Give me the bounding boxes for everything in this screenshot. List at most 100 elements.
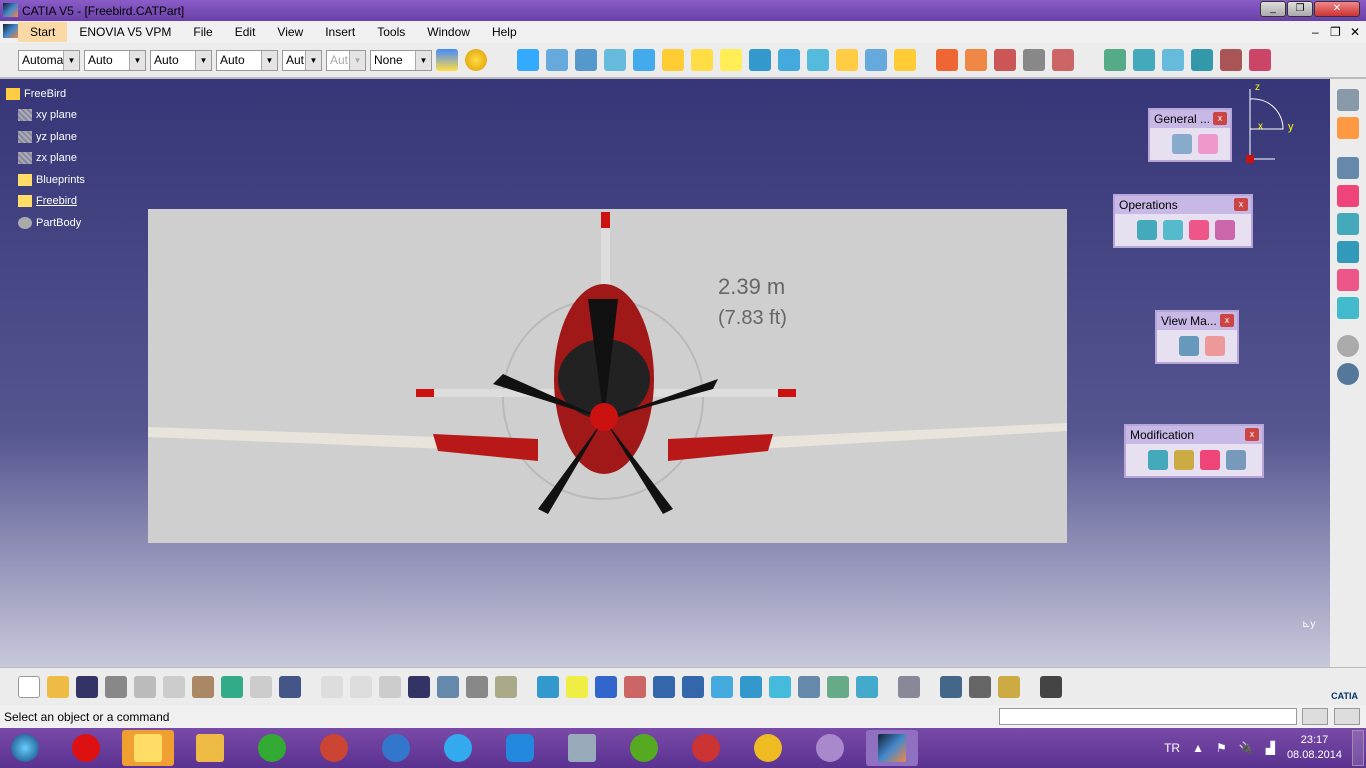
help-icon[interactable] xyxy=(279,675,301,698)
dvd-taskbar[interactable] xyxy=(804,730,856,766)
start-button[interactable] xyxy=(0,730,50,766)
redo-icon[interactable] xyxy=(250,675,272,698)
print-icon[interactable] xyxy=(105,675,127,698)
media-taskbar[interactable] xyxy=(680,730,732,766)
inertia-icon[interactable] xyxy=(969,675,991,698)
revolve-icon[interactable] xyxy=(1163,220,1183,240)
sphere-icon[interactable] xyxy=(575,49,597,71)
fly-icon[interactable] xyxy=(537,675,559,698)
tree-item-partbody[interactable]: PartBody xyxy=(6,212,85,234)
minimize-button[interactable]: _ xyxy=(1260,1,1286,17)
surface-icon[interactable] xyxy=(1337,213,1359,235)
close-icon[interactable]: x xyxy=(1213,112,1227,125)
menu-window[interactable]: Window xyxy=(427,25,470,39)
tree-item-zx-plane[interactable]: zx plane xyxy=(6,148,85,170)
knowledge-icon[interactable] xyxy=(379,675,401,698)
cut-icon[interactable] xyxy=(134,675,156,698)
tree-item-freebird[interactable]: Freebird xyxy=(6,191,85,213)
affinity-icon[interactable] xyxy=(1052,49,1074,71)
ie-taskbar[interactable] xyxy=(432,730,484,766)
normal-view-icon[interactable] xyxy=(711,675,733,698)
clock[interactable]: 23:17 08.08.2014 xyxy=(1287,733,1342,763)
point-icon[interactable] xyxy=(1104,49,1126,71)
hand-icon[interactable] xyxy=(1337,363,1359,385)
publication-icon[interactable] xyxy=(495,675,517,698)
power-icon[interactable]: 🔌 xyxy=(1239,741,1254,755)
menu-help[interactable]: Help xyxy=(492,25,517,39)
cylinder-icon[interactable] xyxy=(604,49,626,71)
network-icon[interactable]: ▟ xyxy=(1266,741,1275,755)
edit-icon[interactable] xyxy=(1174,450,1194,470)
chevron-down-icon[interactable]: ▼ xyxy=(261,50,277,70)
measure-icon[interactable] xyxy=(940,675,962,698)
doc-restore[interactable]: ❐ xyxy=(1330,25,1341,39)
doc-minimize[interactable]: – xyxy=(1312,25,1319,39)
rotate-icon[interactable] xyxy=(965,49,987,71)
compass[interactable]: z y x xyxy=(1230,82,1305,164)
fill-icon[interactable] xyxy=(691,49,713,71)
maximize-button[interactable]: ❐ xyxy=(1287,1,1313,17)
menu-start[interactable]: Start xyxy=(18,22,68,42)
scaling-icon[interactable] xyxy=(1023,49,1045,71)
plane-icon[interactable] xyxy=(1133,49,1155,71)
show-hidden-icons[interactable]: ▲ xyxy=(1192,741,1204,755)
join-icon[interactable] xyxy=(778,49,800,71)
tree-icon[interactable] xyxy=(437,675,459,698)
layer-combo[interactable]: None ▼ xyxy=(370,49,432,71)
view-icon[interactable] xyxy=(1179,336,1199,356)
ccleaner-taskbar[interactable] xyxy=(308,730,360,766)
zoom-out-icon[interactable] xyxy=(682,675,704,698)
tree-item-blueprints[interactable]: Blueprints xyxy=(6,169,85,191)
nero-taskbar[interactable] xyxy=(370,730,422,766)
catalog-icon[interactable] xyxy=(898,675,920,698)
pan-icon[interactable] xyxy=(595,675,617,698)
trim-icon[interactable] xyxy=(865,49,887,71)
split-icon[interactable] xyxy=(836,49,858,71)
remove-icon[interactable] xyxy=(1337,269,1359,291)
catia-taskbar[interactable] xyxy=(866,730,918,766)
command-input[interactable] xyxy=(999,708,1297,725)
boolean-icon[interactable] xyxy=(1337,157,1359,179)
explorer-taskbar[interactable] xyxy=(184,730,236,766)
chevron-down-icon[interactable]: ▼ xyxy=(195,50,211,70)
transparency-combo[interactable]: Auto ▼ xyxy=(84,49,146,71)
render-style-icon[interactable] xyxy=(798,675,820,698)
point-type-combo[interactable]: Aut ▼ xyxy=(282,49,322,71)
box-icon[interactable] xyxy=(1191,49,1213,71)
menu-enovia[interactable]: ENOVIA V5 VPM xyxy=(79,25,171,39)
loop-icon[interactable] xyxy=(1337,335,1359,357)
painter-icon[interactable] xyxy=(436,49,458,71)
undo-icon[interactable] xyxy=(221,675,243,698)
tree-root[interactable]: FreeBird xyxy=(6,83,85,105)
chevron-down-icon[interactable]: ▼ xyxy=(63,50,79,70)
line-thickness-combo[interactable]: Auto ▼ xyxy=(150,49,212,71)
tree-item-xy-plane[interactable]: xy plane xyxy=(6,105,85,127)
action-center-icon[interactable]: ⚑ xyxy=(1216,741,1227,755)
line-type-combo[interactable]: Auto ▼ xyxy=(216,49,278,71)
lock-icon[interactable] xyxy=(466,675,488,698)
copy-icon[interactable] xyxy=(163,675,185,698)
3d-viewport[interactable]: FreeBird xy plane yz plane zx plane Blue… xyxy=(0,79,1330,667)
menu-view[interactable]: View xyxy=(277,25,303,39)
chevron-down-icon[interactable]: ▼ xyxy=(305,50,321,70)
select-icon[interactable] xyxy=(1337,117,1359,139)
cylinder-icon[interactable] xyxy=(1162,49,1184,71)
language-indicator[interactable]: TR xyxy=(1164,741,1180,755)
link-icon[interactable] xyxy=(1226,450,1246,470)
curve-icon[interactable] xyxy=(1220,49,1242,71)
swap-space-icon[interactable] xyxy=(856,675,878,698)
offset-icon[interactable] xyxy=(633,49,655,71)
chevron-down-icon[interactable]: ▼ xyxy=(415,50,431,70)
save-icon[interactable] xyxy=(76,675,98,698)
pattern-icon[interactable] xyxy=(1189,220,1209,240)
menu-tools[interactable]: Tools xyxy=(377,25,405,39)
doc-close[interactable]: ✕ xyxy=(1350,25,1360,39)
multisection-icon[interactable] xyxy=(720,49,742,71)
sweep-icon[interactable] xyxy=(1137,220,1157,240)
app-taskbar[interactable] xyxy=(618,730,670,766)
new-icon[interactable] xyxy=(18,675,40,698)
menu-file[interactable]: File xyxy=(193,25,212,39)
opera-taskbar[interactable] xyxy=(60,730,112,766)
close-icon[interactable]: x xyxy=(1234,198,1248,211)
comment-icon[interactable] xyxy=(350,675,372,698)
